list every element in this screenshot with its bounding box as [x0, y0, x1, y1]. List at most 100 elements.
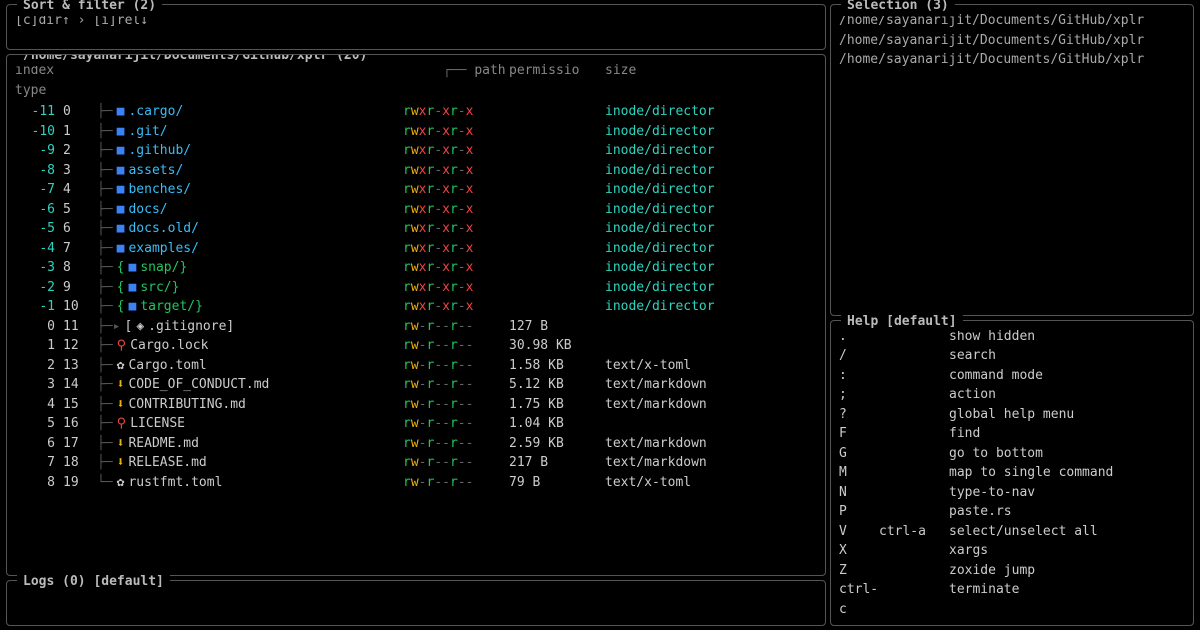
path-cell: ├─ {■snap/} — [97, 258, 397, 278]
rel-index: -6 — [15, 200, 55, 220]
folder-icon: ■ — [117, 122, 125, 142]
path-cell: ├─ {■src/} — [97, 278, 397, 298]
help-title: Help [default] — [841, 312, 963, 332]
rel-index: 6 — [15, 434, 55, 454]
file-row[interactable]: 011├─▸ [◈.gitignore]rw-r--r--127 B — [15, 317, 817, 337]
help-desc: type-to-nav — [949, 483, 1185, 503]
abs-index: 4 — [61, 180, 91, 200]
file-row[interactable]: 213├─ ✿Cargo.tomlrw-r--r--1.58 KBtext/x-… — [15, 356, 817, 376]
file-row[interactable]: -74├─ ■benches/rwxr-xr-xinode/director — [15, 180, 817, 200]
folder-icon: ■ — [117, 200, 125, 220]
file-row[interactable]: -110├─ {■target/}rwxr-xr-xinode/director — [15, 297, 817, 317]
path-cell: ├─ ⬇RELEASE.md — [97, 453, 397, 473]
mime-type: inode/director — [605, 239, 817, 259]
header-type: type — [15, 81, 55, 101]
file-row[interactable]: -56├─ ■docs.old/rwxr-xr-xinode/director — [15, 219, 817, 239]
size — [509, 297, 599, 317]
size — [509, 278, 599, 298]
abs-index: 14 — [61, 375, 91, 395]
rel-index: 8 — [15, 473, 55, 493]
help-row: Ntype-to-nav — [839, 483, 1185, 503]
file-row[interactable]: 718├─ ⬇RELEASE.mdrw-r--r--217 Btext/mark… — [15, 453, 817, 473]
help-mod — [879, 424, 949, 444]
folder-icon: ■ — [128, 278, 136, 298]
help-key: / — [839, 346, 879, 366]
file-row[interactable]: -110├─ ■.cargo/rwxr-xr-xinode/director — [15, 102, 817, 122]
help-desc: terminate — [949, 580, 1185, 619]
file-row[interactable]: 314├─ ⬇CODE_OF_CONDUCT.mdrw-r--r--5.12 K… — [15, 375, 817, 395]
main-title: /home/sayanarijit/Documents/GitHub/xplr … — [17, 54, 373, 66]
abs-index: 9 — [61, 278, 91, 298]
size — [509, 161, 599, 181]
rel-index: 3 — [15, 375, 55, 395]
abs-index: 15 — [61, 395, 91, 415]
path-cell: ├─ ■docs/ — [97, 200, 397, 220]
logs-title: Logs (0) [default] — [17, 572, 170, 592]
gear-icon: ✿ — [117, 356, 125, 376]
help-desc: show hidden — [949, 327, 1185, 347]
file-row[interactable]: -65├─ ■docs/rwxr-xr-xinode/director — [15, 200, 817, 220]
rel-index: -1 — [15, 297, 55, 317]
selection-panel: Selection (3) /home/sayanarijit/Document… — [830, 4, 1194, 316]
file-row[interactable]: 819└─ ✿rustfmt.tomlrw-r--r--79 Btext/x-t… — [15, 473, 817, 493]
path-cell: ├─ {■target/} — [97, 297, 397, 317]
permissions: rw-r--r-- — [403, 453, 503, 473]
help-row: / search — [839, 346, 1185, 366]
path-cell: ├─ ■benches/ — [97, 180, 397, 200]
size: 1.58 KB — [509, 356, 599, 376]
help-mod: ctrl-a — [879, 522, 949, 542]
mime-type: text/x-toml — [605, 356, 817, 376]
permissions: rwxr-xr-x — [403, 180, 503, 200]
file-row[interactable]: -83├─ ■assets/rwxr-xr-xinode/director — [15, 161, 817, 181]
help-panel: Help [default] .show hidden/search:comma… — [830, 320, 1194, 627]
help-desc: paste.rs — [949, 502, 1185, 522]
column-headers: index ┌── path permissio size type — [15, 61, 817, 100]
help-mod — [879, 346, 949, 366]
file-row[interactable]: -92├─ ■.github/rwxr-xr-xinode/director — [15, 141, 817, 161]
markdown-icon: ⬇ — [117, 395, 125, 415]
selection-item[interactable]: /home/sayanarijit/Documents/GitHub/xplr — [839, 50, 1185, 70]
markdown-icon: ⬇ — [117, 375, 125, 395]
file-row[interactable]: 617├─ ⬇README.mdrw-r--r--2.59 KBtext/mar… — [15, 434, 817, 454]
abs-index: 18 — [61, 453, 91, 473]
file-row[interactable]: -29├─ {■src/}rwxr-xr-xinode/director — [15, 278, 817, 298]
permissions: rwxr-xr-x — [403, 297, 503, 317]
file-row[interactable]: -38├─ {■snap/}rwxr-xr-xinode/director — [15, 258, 817, 278]
help-desc: search — [949, 346, 1185, 366]
path-cell: ├─ ⚲LICENSE — [97, 414, 397, 434]
rel-index: 5 — [15, 414, 55, 434]
size: 127 B — [509, 317, 599, 337]
help-key: F — [839, 424, 879, 444]
mime-type: text/x-toml — [605, 473, 817, 493]
file-row[interactable]: 112├─ ⚲Cargo.lockrw-r--r--30.98 KB — [15, 336, 817, 356]
help-key: Z — [839, 561, 879, 581]
rel-index: -10 — [15, 122, 55, 142]
abs-index: 2 — [61, 141, 91, 161]
size: 30.98 KB — [509, 336, 599, 356]
selection-item[interactable]: /home/sayanarijit/Documents/GitHub/xplr — [839, 31, 1185, 51]
help-row: Ffind — [839, 424, 1185, 444]
size: 217 B — [509, 453, 599, 473]
rel-index: -7 — [15, 180, 55, 200]
file-row[interactable]: -101├─ ■.git/rwxr-xr-xinode/director — [15, 122, 817, 142]
header-perm: permissio — [509, 61, 599, 81]
header-path: path — [474, 63, 505, 78]
help-row: Zzoxide jump — [839, 561, 1185, 581]
size — [509, 219, 599, 239]
rel-index: -5 — [15, 219, 55, 239]
abs-index: 0 — [61, 102, 91, 122]
logs-panel: Logs (0) [default] — [6, 580, 826, 626]
folder-icon: ■ — [117, 161, 125, 181]
mime-type — [605, 336, 817, 356]
file-row[interactable]: -47├─ ■examples/rwxr-xr-xinode/director — [15, 239, 817, 259]
help-key: X — [839, 541, 879, 561]
mime-type — [605, 414, 817, 434]
permissions: rwxr-xr-x — [403, 258, 503, 278]
help-row: ctrl-cterminate — [839, 580, 1185, 619]
file-row[interactable]: 516├─ ⚲LICENSErw-r--r--1.04 KB — [15, 414, 817, 434]
file-list[interactable]: -110├─ ■.cargo/rwxr-xr-xinode/director-1… — [15, 102, 817, 492]
path-cell: ├─ ⬇README.md — [97, 434, 397, 454]
abs-index: 7 — [61, 239, 91, 259]
markdown-icon: ⬇ — [117, 453, 125, 473]
file-row[interactable]: 415├─ ⬇CONTRIBUTING.mdrw-r--r--1.75 KBte… — [15, 395, 817, 415]
